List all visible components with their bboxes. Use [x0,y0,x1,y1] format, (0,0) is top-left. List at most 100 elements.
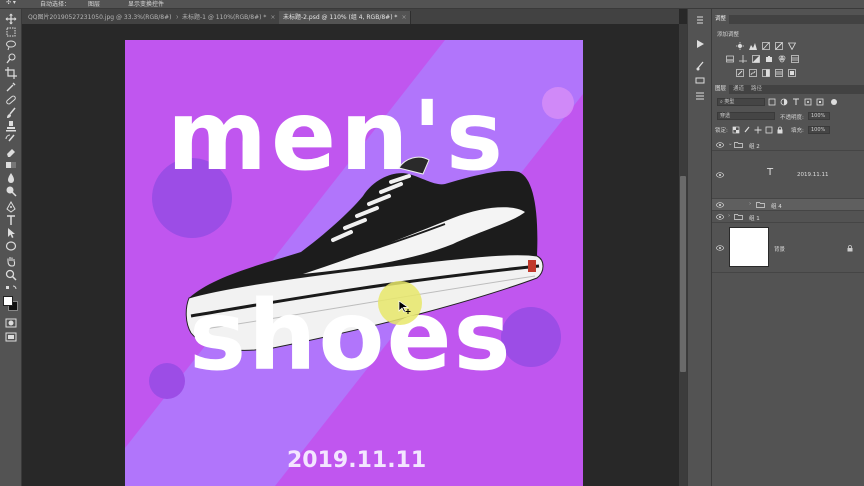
visibility-eye-icon[interactable] [716,202,724,208]
layer-row-background[interactable]: 背景 [712,223,864,273]
close-icon[interactable]: × [270,14,275,21]
selective-color-icon[interactable] [788,69,796,77]
color-lookup-icon[interactable] [791,55,799,63]
dodge-icon[interactable] [5,185,17,197]
path-select-icon[interactable] [5,227,17,239]
layer-row-group-2[interactable]: ⌄ 组 2 [712,139,864,151]
lock-all-icon[interactable] [776,126,784,134]
vertical-scrollbar[interactable] [679,24,687,486]
play-icon[interactable] [695,39,705,49]
photo-filter-icon[interactable] [765,55,773,63]
pen-icon[interactable] [5,201,17,213]
brush-settings-icon[interactable] [695,61,705,71]
color-balance-icon[interactable] [739,55,747,63]
auto-select-dropdown[interactable]: 图层 [88,0,100,8]
hue-saturation-icon[interactable] [726,55,734,63]
filter-toggle-icon[interactable] [830,98,838,106]
screen-mode-icon[interactable] [5,331,17,343]
history-brush-icon[interactable] [5,133,17,145]
lock-artboard-icon[interactable] [765,126,773,134]
color-swatches[interactable] [3,296,19,312]
auto-select-checkbox-label[interactable]: 自动选择： [40,0,70,8]
visibility-eye-icon[interactable] [716,142,724,148]
filter-type-icon[interactable] [792,98,800,106]
marquee-icon[interactable] [5,26,17,38]
expand-chevron-icon[interactable]: ⌄ [728,141,733,147]
channel-mixer-icon[interactable] [778,55,786,63]
show-transform-controls-label[interactable]: 显示变换控件 [128,0,164,8]
posterize-icon[interactable] [749,69,757,77]
filter-smart-object-icon[interactable] [816,98,824,106]
collapse-chevron-icon[interactable]: › [728,213,730,219]
tab-adjustments[interactable]: 调整 [712,15,730,24]
headline-shoes[interactable]: shoes [189,280,513,392]
clone-source-icon[interactable] [695,75,705,85]
healing-brush-icon[interactable] [5,94,17,106]
document-canvas-area[interactable]: men's shoes 2019.11.11 [22,24,679,486]
clone-stamp-icon[interactable] [5,120,17,132]
layer-name[interactable]: 组 2 [749,142,760,150]
tab-qq-image[interactable]: QQ图片20190527231050.jpg @ 33.3%(RGB/8#)× [24,11,186,24]
gradient-icon[interactable] [5,159,17,171]
layer-name[interactable]: 背景 [774,245,785,253]
date-text[interactable]: 2019.11.11 [287,448,426,473]
vibrance-icon[interactable] [788,42,796,50]
quick-select-icon[interactable] [5,52,17,64]
brightness-icon[interactable] [736,42,744,50]
lock-pixels-icon[interactable] [743,126,751,134]
tab-untitled-1[interactable]: 未标题-1 @ 110%(RGB/8#) * × [178,11,281,24]
curves-icon[interactable] [762,42,770,50]
artboard[interactable]: men's shoes 2019.11.11 [125,40,583,486]
filter-adjustment-icon[interactable] [780,98,788,106]
history-icon[interactable] [695,15,705,25]
blend-mode-dropdown[interactable]: 穿透 [717,112,775,120]
lock-transparent-icon[interactable] [732,126,740,134]
zoom-icon[interactable] [5,269,17,281]
opacity-input[interactable]: 100% [808,112,830,120]
filter-pixel-icon[interactable] [768,98,776,106]
layer-row-text-date[interactable]: T 2019.11.11 [712,151,864,199]
visibility-eye-icon[interactable] [716,172,724,178]
move-icon[interactable] [5,13,17,25]
gradient-map-icon[interactable] [775,69,783,77]
eraser-icon[interactable] [5,146,17,158]
layer-filter-dropdown[interactable]: ⌕ 类型 [717,98,765,106]
tab-paths[interactable]: 路径 [748,85,765,94]
layer-row-group-4[interactable]: › 组 4 [712,199,864,211]
lasso-icon[interactable] [5,39,17,51]
hand-icon[interactable] [5,255,17,267]
adjustments-list-icon[interactable] [695,91,705,101]
lock-position-icon[interactable] [754,126,762,134]
tab-untitled-2[interactable]: 未标题-2.psd @ 110% (组 4, RGB/8#) * × [279,11,412,24]
layer-row-group-1[interactable]: › 组 1 [712,211,864,223]
move-tool-indicator[interactable]: ✣ ▾ [6,0,16,6]
layers-empty-area[interactable] [712,273,864,486]
visibility-eye-icon[interactable] [716,245,724,251]
blur-icon[interactable] [5,172,17,184]
invert-icon[interactable] [736,69,744,77]
layer-name[interactable]: 组 4 [771,202,782,210]
adjustments-tabbar: 调整 [712,15,864,24]
eyedropper-icon[interactable] [5,81,17,93]
visibility-eye-icon[interactable] [716,214,724,220]
quick-mask-icon[interactable] [5,317,17,329]
levels-icon[interactable] [749,42,757,50]
black-white-icon[interactable] [752,55,760,63]
brush-icon[interactable] [5,107,17,119]
filter-shape-icon[interactable] [804,98,812,106]
fill-input[interactable]: 100% [808,126,830,134]
crop-icon[interactable] [5,67,17,79]
shape-icon[interactable] [5,240,17,252]
layer-name[interactable]: 2019.11.11 [797,172,829,178]
tab-channels[interactable]: 通道 [730,85,747,94]
tab-layers[interactable]: 图层 [712,85,730,94]
exposure-icon[interactable] [775,42,783,50]
lock-label: 锁定: [715,128,728,134]
layer-name[interactable]: 组 1 [749,214,760,222]
collapse-chevron-icon[interactable]: › [749,201,751,207]
threshold-icon[interactable] [762,69,770,77]
close-icon[interactable]: × [401,14,406,21]
scrollbar-thumb[interactable] [680,176,686,372]
foreground-color[interactable] [3,296,13,306]
type-icon[interactable] [5,214,17,226]
